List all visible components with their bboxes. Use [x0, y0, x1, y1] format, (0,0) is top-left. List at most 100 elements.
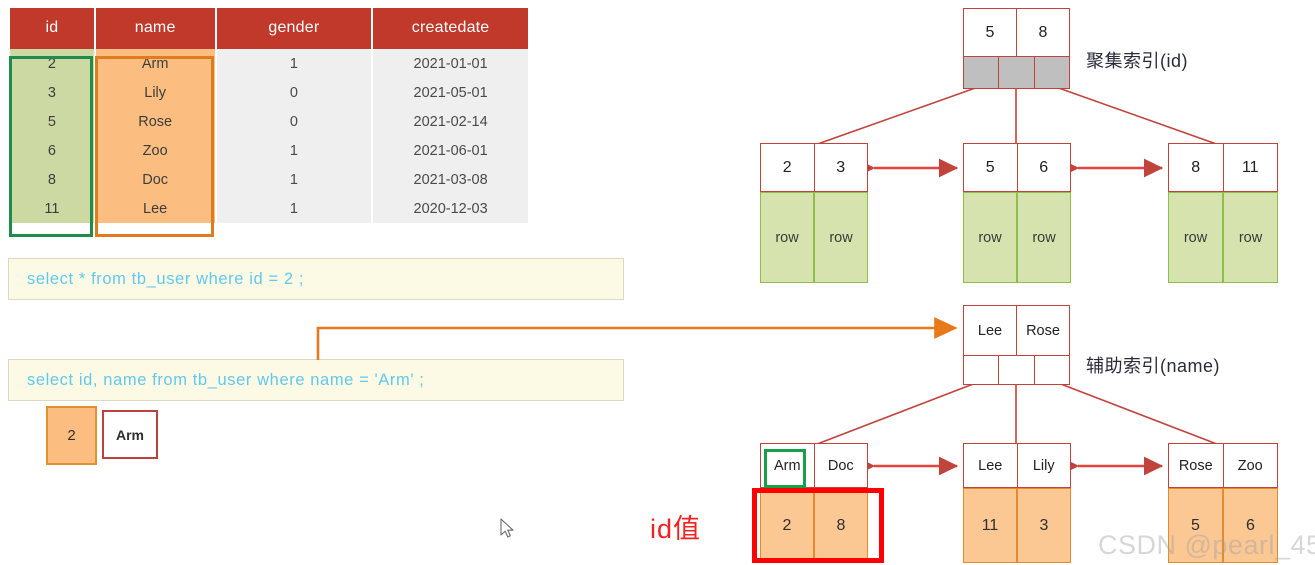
- id-payload: 11: [963, 488, 1017, 563]
- sql-query-1-box: select * from tb_user where id = 2 ;: [8, 258, 624, 300]
- clustered-root-key: 5: [985, 23, 995, 41]
- cell-id: 3: [10, 78, 94, 107]
- query-to-secondary-index-arrow: [316, 317, 958, 360]
- table-row: 8 Doc 1 2021-03-08: [10, 165, 528, 194]
- table-row: 5 Rose 0 2021-02-14: [10, 107, 528, 136]
- id-payload: 8: [814, 488, 868, 563]
- mouse-pointer-icon: [500, 518, 514, 538]
- secondary-root-pointer-lines: [811, 380, 1223, 447]
- secondary-leaf-payload: 2 8: [760, 488, 868, 563]
- cell-name: Lee: [95, 194, 215, 223]
- row-payload: row: [814, 192, 868, 283]
- secondary-leaf-keys: Arm Doc: [760, 443, 868, 488]
- result-id-cell: 2: [46, 406, 97, 465]
- clustered-leaf-keys: 8 11: [1168, 143, 1278, 192]
- secondary-leaf-payload: 11 3: [963, 488, 1071, 563]
- secondary-leaf-keys: Lee Lily: [963, 443, 1071, 488]
- clustered-root-pointers: [963, 57, 1070, 89]
- table-row: 6 Zoo 1 2021-06-01: [10, 136, 528, 165]
- clustered-leaf-key: 6: [1016, 144, 1071, 191]
- clustered-root-keys: 5 8: [963, 8, 1070, 57]
- cell-gender: 1: [216, 136, 372, 165]
- clustered-index-leaf-node: 2 3 row row: [760, 143, 868, 283]
- sql-query-1-text: select * from tb_user where id = 2 ;: [27, 269, 305, 288]
- pointer-slot: [1033, 57, 1069, 88]
- row-payload: row: [1017, 192, 1071, 283]
- result-name-cell: Arm: [102, 410, 158, 459]
- pointer-slot: [1033, 356, 1069, 384]
- cell-gender: 1: [216, 194, 372, 223]
- row-payload: row: [760, 192, 814, 283]
- clustered-leaf-key: 3: [813, 144, 868, 191]
- pointer-slot: [964, 356, 999, 384]
- cell-gender: 1: [216, 49, 372, 78]
- column-header-createdate: createdate: [373, 8, 528, 49]
- pointer-slot: [998, 57, 1034, 88]
- cell-createdate: 2021-05-01: [373, 78, 528, 107]
- id-payload: 2: [760, 488, 814, 563]
- pointer-slot: [998, 356, 1034, 384]
- column-header-name: name: [95, 8, 215, 49]
- pointer-slot: [964, 57, 999, 88]
- cell-id: 8: [10, 165, 94, 194]
- clustered-index-label: 聚集索引(id): [1086, 51, 1188, 71]
- table-row: 3 Lily 0 2021-05-01: [10, 78, 528, 107]
- clustered-leaf-payload: row row: [963, 192, 1071, 283]
- table-row: 2 Arm 1 2021-01-01: [10, 49, 528, 78]
- cell-gender: 0: [216, 78, 372, 107]
- secondary-root-keys: Lee Rose: [963, 305, 1070, 356]
- clustered-leaf-keys: 2 3: [760, 143, 868, 192]
- secondary-leaf-key: Zoo: [1222, 444, 1278, 487]
- secondary-leaf-key: Lily: [1016, 444, 1071, 487]
- clustered-index-root-node: 5 8: [963, 8, 1070, 89]
- cell-name: Zoo: [95, 136, 215, 165]
- id-payload: 3: [1017, 488, 1071, 563]
- cell-gender: 1: [216, 165, 372, 194]
- column-header-gender: gender: [216, 8, 372, 49]
- clustered-leaf-key: 2: [782, 158, 792, 176]
- secondary-root-key: Lee: [977, 322, 1003, 339]
- cell-name: Arm: [95, 49, 215, 78]
- clustered-leaf-payload: row row: [1168, 192, 1278, 283]
- table-row: 11 Lee 1 2020-12-03: [10, 194, 528, 223]
- row-payload: row: [1168, 192, 1223, 283]
- clustered-root-pointer-lines: [811, 85, 1223, 147]
- secondary-leaf-key: Lee: [978, 457, 1003, 474]
- clustered-leaf-key: 5: [985, 158, 995, 176]
- clustered-index-leaf-node: 5 6 row row: [963, 143, 1071, 283]
- secondary-leaf-keys: Rose Zoo: [1168, 443, 1278, 488]
- clustered-leaf-key: 8: [1191, 158, 1201, 176]
- user-data-table: id name gender createdate 2 Arm 1 2021-0…: [8, 8, 530, 223]
- sql-query-2-text: select id, name from tb_user where name …: [27, 370, 425, 389]
- secondary-leaf-key: Rose: [1178, 457, 1213, 474]
- id-value-annotation: id值: [650, 514, 702, 544]
- cell-id: 6: [10, 136, 94, 165]
- row-payload: row: [1223, 192, 1278, 283]
- clustered-leaf-payload: row row: [760, 192, 868, 283]
- secondary-root-key: Rose: [1016, 306, 1069, 355]
- table-header-row: id name gender createdate: [10, 8, 528, 49]
- cell-name: Doc: [95, 165, 215, 194]
- cell-createdate: 2021-02-14: [373, 107, 528, 136]
- secondary-index-leaf-node: Arm Doc 2 8: [760, 443, 868, 563]
- cell-id: 2: [10, 49, 94, 78]
- row-payload: row: [963, 192, 1017, 283]
- clustered-root-key: 8: [1016, 9, 1069, 56]
- secondary-leaf-key: Arm: [773, 457, 801, 474]
- column-header-id: id: [10, 8, 94, 49]
- clustered-leaf-key: 11: [1222, 144, 1278, 191]
- cell-name: Lily: [95, 78, 215, 107]
- clustered-leaf-keys: 5 6: [963, 143, 1071, 192]
- cell-createdate: 2021-06-01: [373, 136, 528, 165]
- secondary-index-root-node: Lee Rose: [963, 305, 1070, 385]
- secondary-index-label: 辅助索引(name): [1086, 356, 1221, 376]
- cell-createdate: 2020-12-03: [373, 194, 528, 223]
- cell-id: 11: [10, 194, 94, 223]
- watermark-text: CSDN @pearl_456: [1098, 530, 1315, 560]
- cell-createdate: 2021-03-08: [373, 165, 528, 194]
- cell-name: Rose: [95, 107, 215, 136]
- cell-id: 5: [10, 107, 94, 136]
- secondary-index-leaf-node: Lee Lily 11 3: [963, 443, 1071, 563]
- cell-gender: 0: [216, 107, 372, 136]
- secondary-leaf-key: Doc: [813, 444, 868, 487]
